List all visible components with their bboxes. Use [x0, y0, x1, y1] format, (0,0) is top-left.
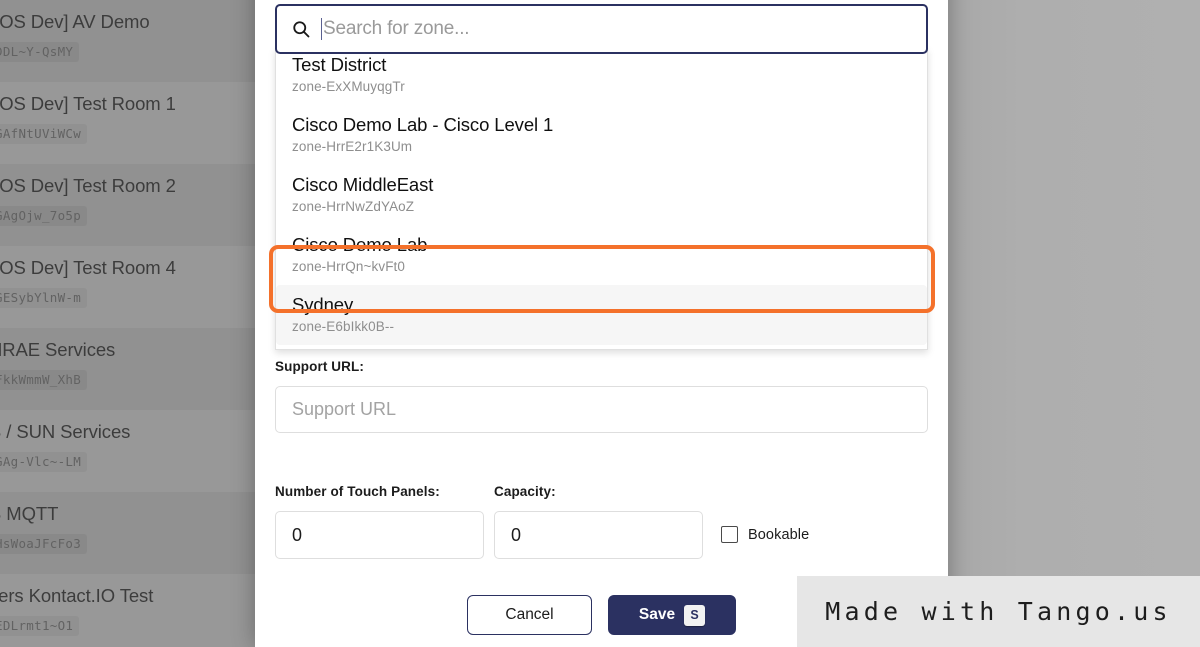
- zone-sidebar-list[interactable]: eOS Dev] AV Demo DDL~Y-QsMY eOS Dev] Test …: [0, 0, 257, 647]
- sidebar-zone-name: B / SUN Services: [0, 421, 131, 442]
- cancel-button[interactable]: Cancel: [467, 595, 592, 635]
- sidebar-zone-row[interactable]: B MQTT HsWoaJFcFo3: [0, 492, 257, 574]
- sidebar-zone-row[interactable]: eOS Dev] Test Room 2 GAgOjw_7o5p: [0, 164, 257, 246]
- dropdown-item[interactable]: Cisco Demo Lab - Cisco Level 1 zone-HrrE2…: [276, 105, 927, 165]
- cancel-button-label: Cancel: [505, 606, 554, 623]
- dropdown-item-name: Cisco Demo Lab - Cisco Level 1: [292, 114, 554, 135]
- sidebar-zone-row[interactable]: eOS Dev] AV Demo DDL~Y-QsMY: [0, 0, 257, 82]
- touch-panels-input[interactable]: 0: [275, 511, 484, 559]
- sidebar-zone-id: EDLrmt1~O1: [0, 616, 80, 636]
- save-button-label: Save: [638, 606, 676, 623]
- sidebar-zone-id: GAfNtUViWCw: [0, 124, 88, 144]
- sidebar-zone-row[interactable]: HRAE Services FkkWmmW_XhB: [0, 328, 257, 410]
- dropdown-item-id: zone-HrrNwZdYAoZ: [292, 199, 415, 214]
- capacity-label: Capacity:: [494, 484, 556, 499]
- screen-root: eOS Dev] AV Demo DDL~Y-QsMY eOS Dev] Test …: [0, 0, 1200, 647]
- bookable-checkbox[interactable]: [721, 526, 738, 543]
- support-url-label: Support URL:: [275, 359, 364, 374]
- search-placeholder: Search for zone...: [323, 18, 470, 39]
- dropdown-item[interactable]: Test District zone-ExXMuyqgTr: [276, 48, 927, 105]
- dropdown-item-id: zone-E6bIkk0B--: [292, 319, 395, 334]
- save-button[interactable]: Save S: [608, 595, 736, 635]
- tango-watermark-text: Made with Tango.us: [825, 597, 1172, 626]
- dropdown-item-id: zone-HrrE2r1K3Um: [292, 139, 413, 154]
- dropdown-item[interactable]: Cisco Demo Lab zone-HrrQn~kvFt0: [276, 225, 927, 285]
- sidebar-zone-name: eOS Dev] Test Room 2: [0, 175, 176, 196]
- sidebar-zone-name: eOS Dev] Test Room 4: [0, 257, 176, 278]
- zone-dropdown-list[interactable]: zone-EdB9QDmy78Test Districtzone-ExXMuyq…: [275, 48, 928, 350]
- dropdown-item-id: zone-HrrQn~kvFt0: [292, 259, 406, 274]
- sidebar-zone-row[interactable]: sers Kontact.IO Test EDLrmt1~O1: [0, 574, 257, 647]
- edit-zone-modal: Search for zone... zone-EdB9QDmy78Test D…: [255, 0, 948, 647]
- support-url-input[interactable]: Support URL: [275, 386, 928, 433]
- sidebar-zone-id: GAgOjw_7o5p: [0, 206, 88, 226]
- sidebar-zone-name: sers Kontact.IO Test: [0, 585, 154, 606]
- bookable-checkbox-row[interactable]: Bookable: [721, 526, 809, 543]
- capacity-input[interactable]: 0: [494, 511, 703, 559]
- dropdown-item-name: Sydney: [292, 294, 354, 315]
- search-icon: [293, 21, 310, 38]
- zone-search-field[interactable]: Search for zone...: [275, 4, 928, 54]
- bookable-label: Bookable: [748, 526, 810, 543]
- support-url-placeholder: Support URL: [292, 399, 397, 419]
- dropdown-item[interactable]: Cisco MiddleEast zone-HrrNwZdYAoZ: [276, 165, 927, 225]
- dropdown-item-name: Cisco MiddleEast: [292, 174, 434, 195]
- sidebar-zone-id: FkkWmmW_XhB: [0, 370, 88, 390]
- save-shortcut-badge: S: [684, 604, 706, 626]
- sidebar-zone-id: GAg-Vlc~-LM: [0, 452, 88, 472]
- sidebar-zone-id: DDL~Y-QsMY: [0, 42, 80, 62]
- dropdown-item-id: zone-ExXMuyqgTr: [292, 79, 405, 94]
- sidebar-zone-name: HRAE Services: [0, 339, 116, 360]
- sidebar-zone-id: GESybYlnW-m: [0, 288, 88, 308]
- sidebar-zone-name: B MQTT: [0, 503, 59, 524]
- dropdown-item-selected[interactable]: Sydney zone-E6bIkk0B--: [276, 285, 927, 345]
- dropdown-item-name: Test District: [292, 54, 387, 75]
- sidebar-zone-row[interactable]: B / SUN Services GAg-Vlc~-LM: [0, 410, 257, 492]
- sidebar-zone-id: HsWoaJFcFo3: [0, 534, 88, 554]
- tango-watermark: Made with Tango.us: [797, 576, 1200, 647]
- dropdown-item-name: Cisco Demo Lab: [292, 234, 428, 255]
- sidebar-zone-row[interactable]: eOS Dev] Test Room 4 GESybYlnW-m: [0, 246, 257, 328]
- right-overlay-panel: [948, 0, 1200, 647]
- touch-panels-value: 0: [292, 524, 303, 545]
- sidebar-zone-name: eOS Dev] AV Demo: [0, 11, 150, 32]
- dropdown-scroll-container: zone-EdB9QDmy78Test Districtzone-ExXMuyq…: [276, 48, 927, 345]
- sidebar-zone-name: eOS Dev] Test Room 1: [0, 93, 176, 114]
- text-cursor: [321, 18, 322, 40]
- touch-panels-label: Number of Touch Panels:: [275, 484, 440, 499]
- sidebar-zone-row[interactable]: eOS Dev] Test Room 1 GAfNtUViWCw: [0, 82, 257, 164]
- capacity-value: 0: [511, 524, 522, 545]
